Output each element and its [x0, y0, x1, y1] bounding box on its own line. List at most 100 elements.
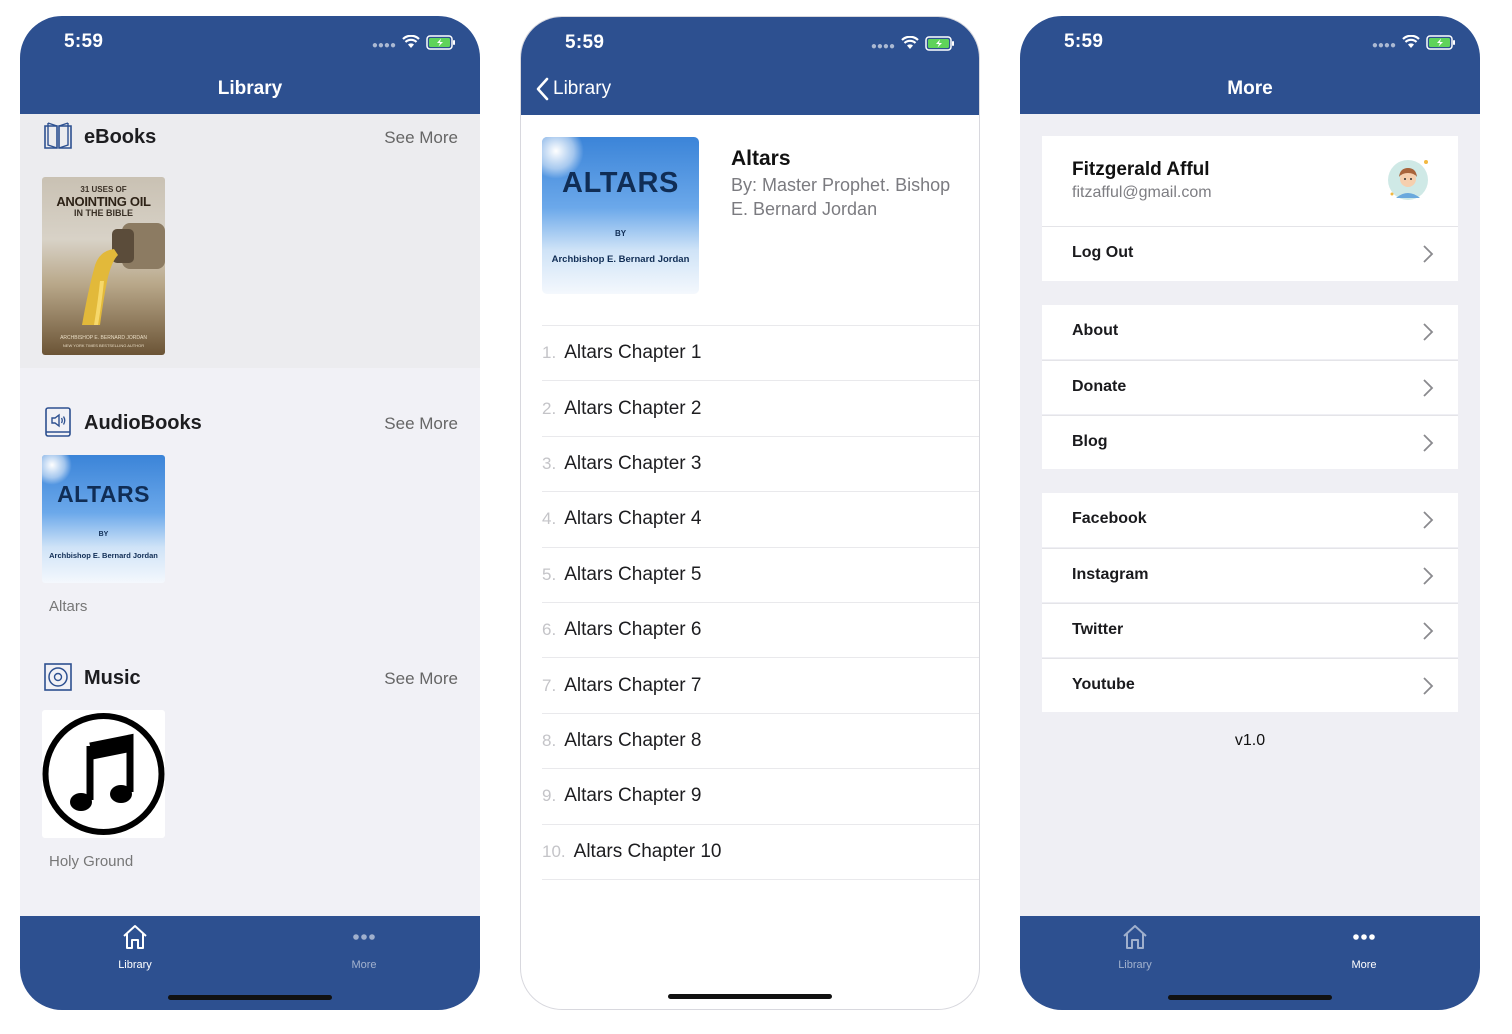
chevron-right-icon — [1423, 511, 1434, 529]
tab-bar: Library More — [1020, 916, 1480, 1010]
blog-label: Blog — [1072, 433, 1108, 450]
facebook-row[interactable]: Facebook — [1042, 493, 1458, 547]
navigation-bar: 5:59 ●●●● More — [1020, 16, 1480, 114]
detail-cover-by: BY — [614, 229, 627, 238]
battery-icon — [426, 34, 455, 50]
battery-icon — [1426, 34, 1455, 50]
tab-more[interactable]: More — [1304, 922, 1424, 971]
music-caption: Holy Ground — [49, 853, 134, 870]
tab-more-label: More — [1351, 959, 1377, 971]
chapter-row[interactable]: 7. Altars Chapter 7 — [542, 658, 979, 714]
chapter-title: Altars Chapter 5 — [564, 563, 702, 585]
chapter-row[interactable]: 2. Altars Chapter 2 — [542, 381, 979, 437]
battery-icon — [925, 35, 954, 51]
open-book-icon — [44, 122, 72, 149]
instagram-label: Instagram — [1072, 566, 1149, 583]
home-icon — [1123, 925, 1147, 949]
audiobook-cover-author: Archbishop E. Bernard Jordan — [49, 551, 158, 560]
page-title: More — [1227, 78, 1273, 99]
tab-library[interactable]: Library — [1075, 922, 1195, 971]
audiobooks-see-more-button[interactable]: See More — [384, 414, 458, 434]
oil-pour-image — [82, 223, 165, 325]
chapter-row[interactable]: 10. Altars Chapter 10 — [542, 825, 979, 880]
ebooks-title: eBooks — [84, 126, 157, 148]
navigation-bar: 5:59 ●●●● Library — [521, 17, 979, 115]
tab-more[interactable]: More — [304, 922, 424, 971]
chevron-right-icon — [1423, 622, 1434, 640]
about-label: About — [1072, 322, 1119, 339]
chapter-row[interactable]: 4. Altars Chapter 4 — [542, 492, 979, 548]
chapter-number: 5. — [542, 564, 557, 584]
more-dots-icon — [1353, 934, 1375, 940]
audiobook-cover-by: BY — [98, 531, 109, 538]
chevron-right-icon — [1423, 434, 1434, 452]
audiobook-cover-altars[interactable]: ALTARS BY Archbishop E. Bernard Jordan — [42, 455, 165, 583]
home-indicator — [668, 994, 832, 999]
status-time: 5:59 — [64, 31, 104, 52]
music-cover-holy-ground[interactable] — [42, 710, 165, 838]
donate-row[interactable]: Donate — [1042, 360, 1458, 414]
book-title: Altars — [731, 147, 791, 170]
ebook-cover-line1: 31 USES OF — [80, 185, 127, 194]
chapter-row[interactable]: 6. Altars Chapter 6 — [542, 603, 979, 659]
back-button[interactable]: Library — [535, 77, 611, 101]
music-note-icon — [42, 713, 165, 835]
about-row[interactable]: About — [1042, 305, 1458, 359]
chapter-row[interactable]: 8. Altars Chapter 8 — [542, 714, 979, 770]
chapter-title: Altars Chapter 9 — [564, 785, 702, 807]
profile-email: fitzafful@gmail.com — [1072, 184, 1212, 201]
tab-library-label: Library — [1118, 959, 1152, 971]
ebooks-see-more-button[interactable]: See More — [384, 128, 458, 148]
audiobooks-title: AudioBooks — [84, 412, 202, 434]
chapter-list: 1. Altars Chapter 1 2. Altars Chapter 2 3.… — [542, 325, 979, 880]
chapter-title: Altars Chapter 7 — [564, 674, 702, 696]
twitter-row[interactable]: Twitter — [1042, 603, 1458, 657]
status-icons: ●●●● — [1372, 34, 1456, 51]
avatar — [1388, 160, 1428, 200]
profile-card[interactable]: Fitzgerald Afful fitzafful@gmail.com — [1042, 136, 1458, 226]
youtube-row[interactable]: Youtube — [1042, 658, 1458, 712]
chapter-row[interactable]: 1. Altars Chapter 1 — [542, 326, 979, 382]
signal-icon: ●●●● — [870, 40, 895, 52]
library-screen: 5:59 ●●●● Library eBooks See More 31 USE… — [20, 16, 480, 1010]
home-indicator — [1168, 995, 1332, 1000]
music-disc-icon — [44, 663, 72, 691]
youtube-label: Youtube — [1072, 676, 1135, 693]
status-time: 5:59 — [1064, 31, 1104, 52]
ebook-cover-tagline: NEW YORK TIMES BESTSELLING AUTHOR — [62, 343, 145, 348]
chapter-row[interactable]: 9. Altars Chapter 9 — [542, 769, 979, 825]
ebook-cover-line2: ANOINTING OIL — [56, 194, 151, 209]
instagram-row[interactable]: Instagram — [1042, 548, 1458, 602]
chapter-title: Altars Chapter 1 — [564, 342, 702, 364]
logout-label: Log Out — [1072, 244, 1134, 261]
audiobook-caption: Altars — [49, 598, 88, 615]
logout-row[interactable]: Log Out — [1042, 227, 1458, 281]
chapter-number: 8. — [542, 730, 557, 750]
chevron-right-icon — [1423, 245, 1434, 263]
chapter-number: 9. — [542, 786, 557, 806]
chapter-title: Altars Chapter 4 — [564, 508, 702, 530]
ebook-cover-anointing-oil[interactable]: 31 USES OF ANOINTING OIL IN THE BIBLE AR… — [42, 177, 165, 355]
chapter-row[interactable]: 3. Altars Chapter 3 — [542, 437, 979, 493]
signal-icon: ●●●● — [371, 39, 396, 51]
detail-cover-altars: ALTARS BY Archbishop E. Bernard Jordan — [542, 137, 699, 294]
chevron-right-icon — [1423, 677, 1434, 695]
chapter-title: Altars Chapter 3 — [564, 452, 702, 474]
chapter-row[interactable]: 5. Altars Chapter 5 — [542, 548, 979, 603]
music-see-more-button[interactable]: See More — [384, 669, 458, 689]
status-icons: ●●●● — [870, 35, 955, 52]
chapter-number: 2. — [542, 398, 557, 418]
chapter-title: Altars Chapter 10 — [573, 840, 722, 862]
tab-library-label: Library — [118, 959, 152, 971]
detail-cover-author: Archbishop E. Bernard Jordan — [551, 254, 690, 265]
detail-screen: 5:59 ●●●● Library ALTARS BY Archbishop E… — [520, 16, 980, 1010]
chapter-number: 10. — [542, 841, 566, 861]
tab-library[interactable]: Library — [75, 922, 195, 971]
home-indicator — [168, 995, 332, 1000]
chevron-right-icon — [1423, 379, 1434, 397]
tab-more-label: More — [351, 959, 377, 971]
profile-name: Fitzgerald Afful — [1072, 159, 1210, 180]
blog-row[interactable]: Blog — [1042, 415, 1458, 469]
wifi-icon — [901, 36, 919, 49]
chevron-right-icon — [1423, 567, 1434, 585]
